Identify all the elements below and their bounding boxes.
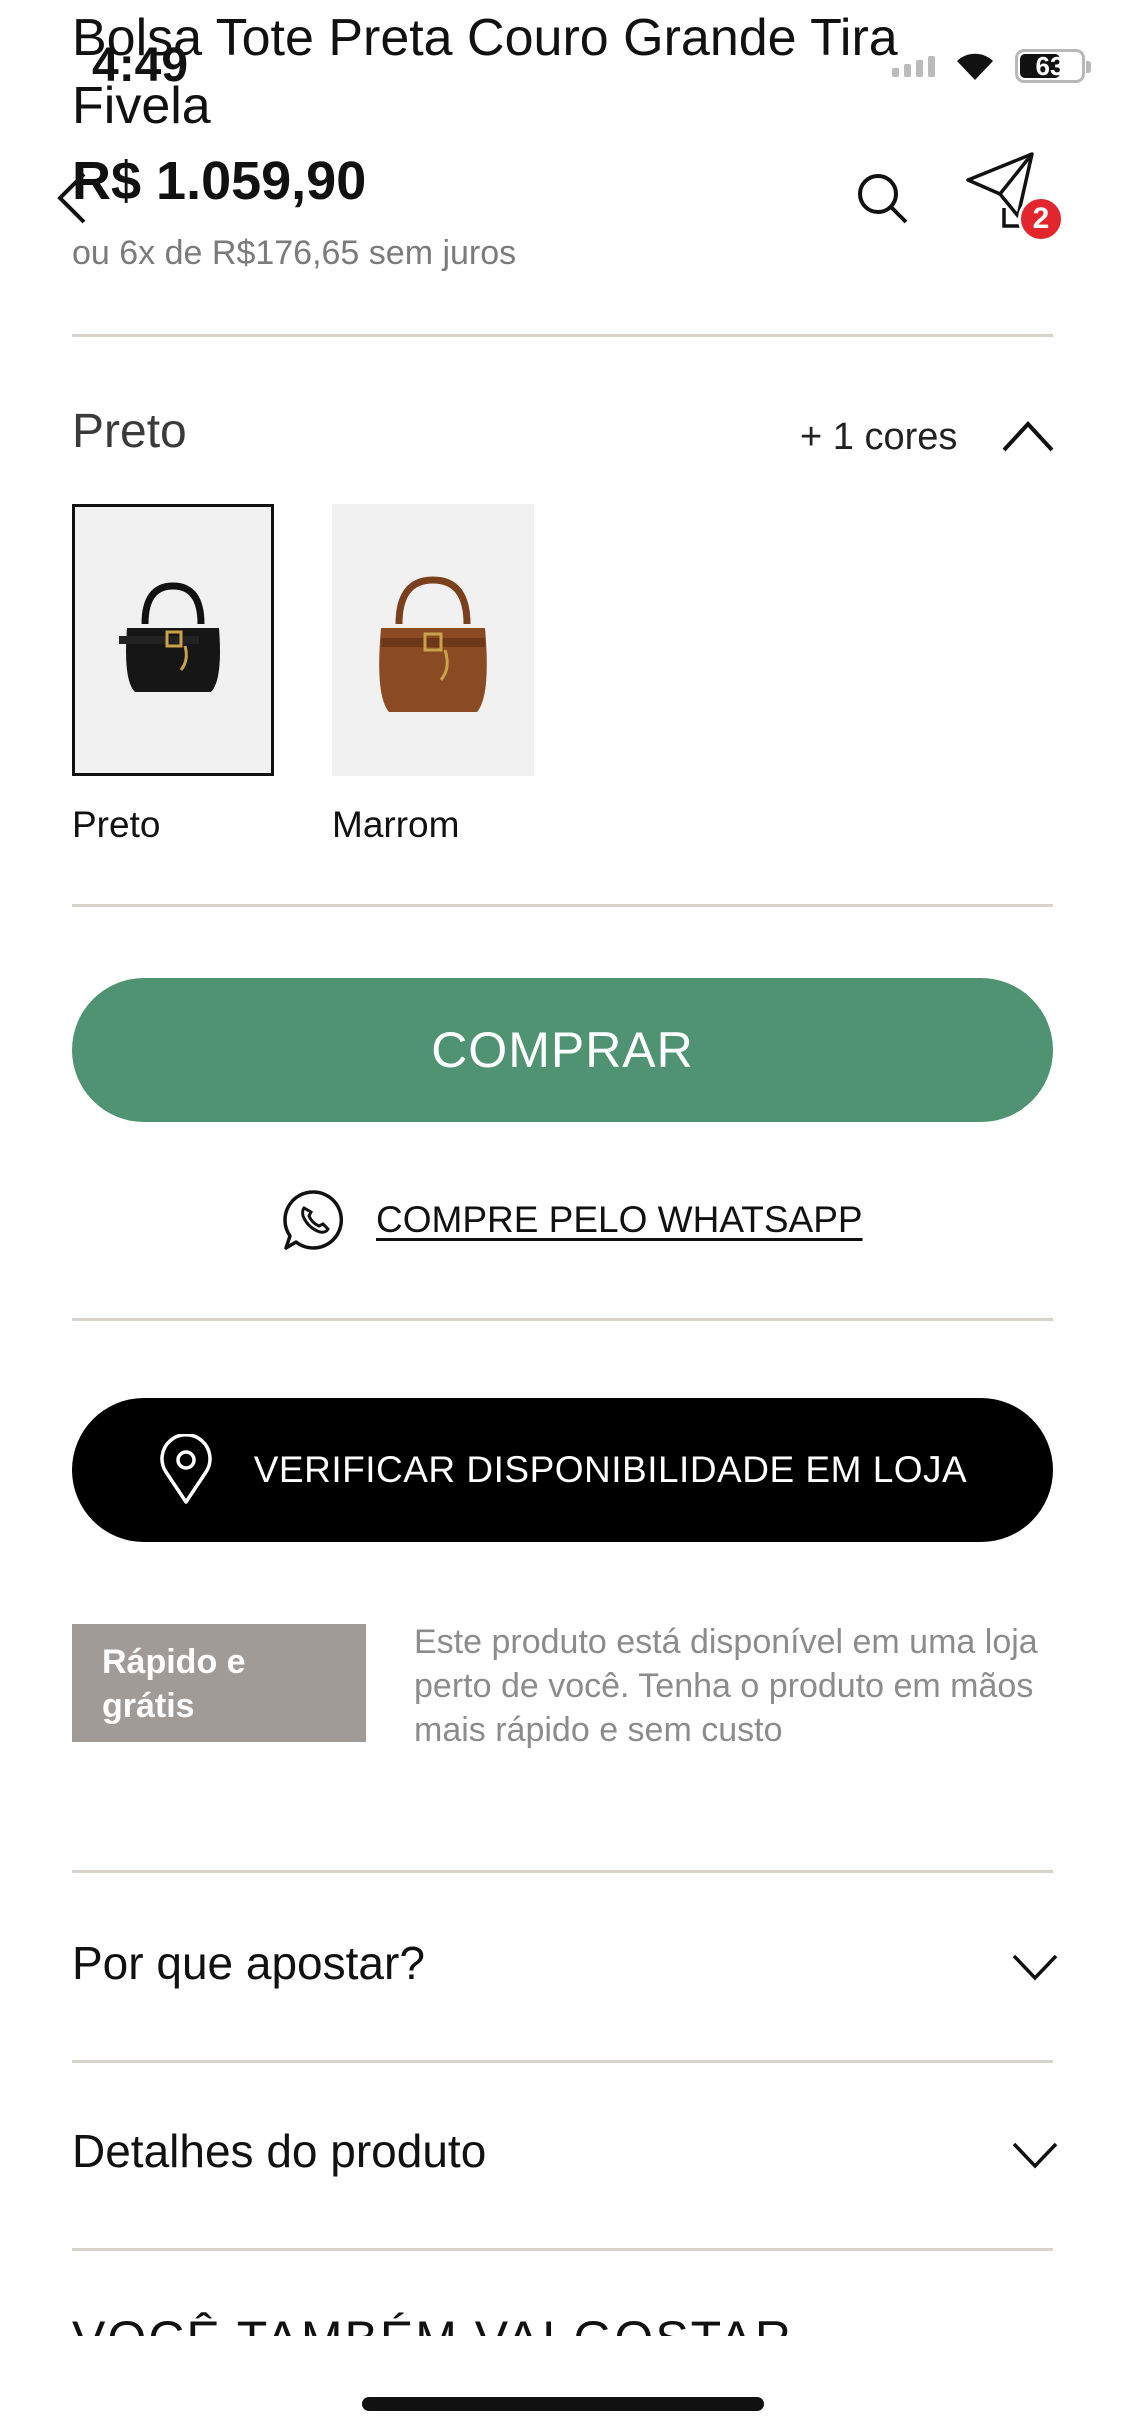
divider bbox=[72, 2060, 1053, 2063]
chevron-down-icon[interactable] bbox=[1010, 1950, 1060, 1984]
battery-percent: 63 bbox=[1035, 50, 1065, 81]
battery-icon: 63 bbox=[1015, 49, 1091, 83]
whatsapp-buy-link[interactable]: COMPRE PELO WHATSAPP bbox=[282, 1188, 863, 1252]
recommendations-title: VOCÊ TAMBÉM VAI GOSTAR bbox=[72, 2304, 793, 2336]
color-option-label: Preto bbox=[72, 804, 161, 845]
status-time: 4:49 bbox=[92, 39, 189, 92]
status-indicators: 63 bbox=[892, 38, 1091, 94]
divider bbox=[72, 1870, 1053, 1873]
search-icon[interactable] bbox=[852, 168, 912, 228]
whatsapp-icon bbox=[283, 1190, 344, 1250]
chevron-up-icon[interactable] bbox=[1000, 416, 1056, 456]
check-store-availability-button[interactable]: VERIFICAR DISPONIBILIDADE EM LOJA bbox=[72, 1398, 1053, 1542]
wifi-icon bbox=[957, 53, 993, 80]
brown-bag-image bbox=[379, 576, 487, 712]
installments-info: ou 6x de R$176,65 sem juros bbox=[72, 234, 517, 272]
divider bbox=[72, 904, 1053, 907]
more-colors-label[interactable]: + 1 cores bbox=[800, 416, 957, 459]
buy-button[interactable]: COMPRAR bbox=[72, 978, 1053, 1122]
selected-color-label: Preto bbox=[72, 405, 187, 458]
black-bag-image bbox=[119, 582, 220, 692]
home-indicator[interactable] bbox=[362, 2397, 764, 2411]
chevron-down-icon[interactable] bbox=[1010, 2138, 1060, 2172]
divider bbox=[72, 1318, 1053, 1321]
accordion-product-details[interactable]: Detalhes do produto bbox=[72, 2124, 486, 2178]
location-pin-icon bbox=[160, 1434, 212, 1504]
color-option-label: Marrom bbox=[332, 804, 460, 845]
store-pickup-info: Este produto está disponível em uma loja… bbox=[414, 1623, 1038, 1749]
whatsapp-link-label[interactable]: COMPRE PELO WHATSAPP bbox=[376, 1199, 863, 1241]
store-button-label: VERIFICAR DISPONIBILIDADE EM LOJA bbox=[253, 1449, 968, 1490]
cellular-signal-icon bbox=[892, 55, 935, 77]
color-swatch-marrom[interactable] bbox=[332, 504, 534, 776]
accordion-why-buy[interactable]: Por que apostar? bbox=[72, 1936, 425, 1990]
divider bbox=[72, 334, 1053, 337]
product-price: R$ 1.059,90 bbox=[72, 151, 367, 211]
cart-count-badge: 2 bbox=[1018, 196, 1064, 242]
color-swatch-preto[interactable] bbox=[72, 504, 274, 776]
product-title: Bolsa Tote Preta Couro Grande Tira Fivel… bbox=[72, 9, 898, 135]
divider bbox=[72, 2248, 1053, 2251]
fast-free-badge: Rápido e grátis bbox=[72, 1624, 366, 1742]
